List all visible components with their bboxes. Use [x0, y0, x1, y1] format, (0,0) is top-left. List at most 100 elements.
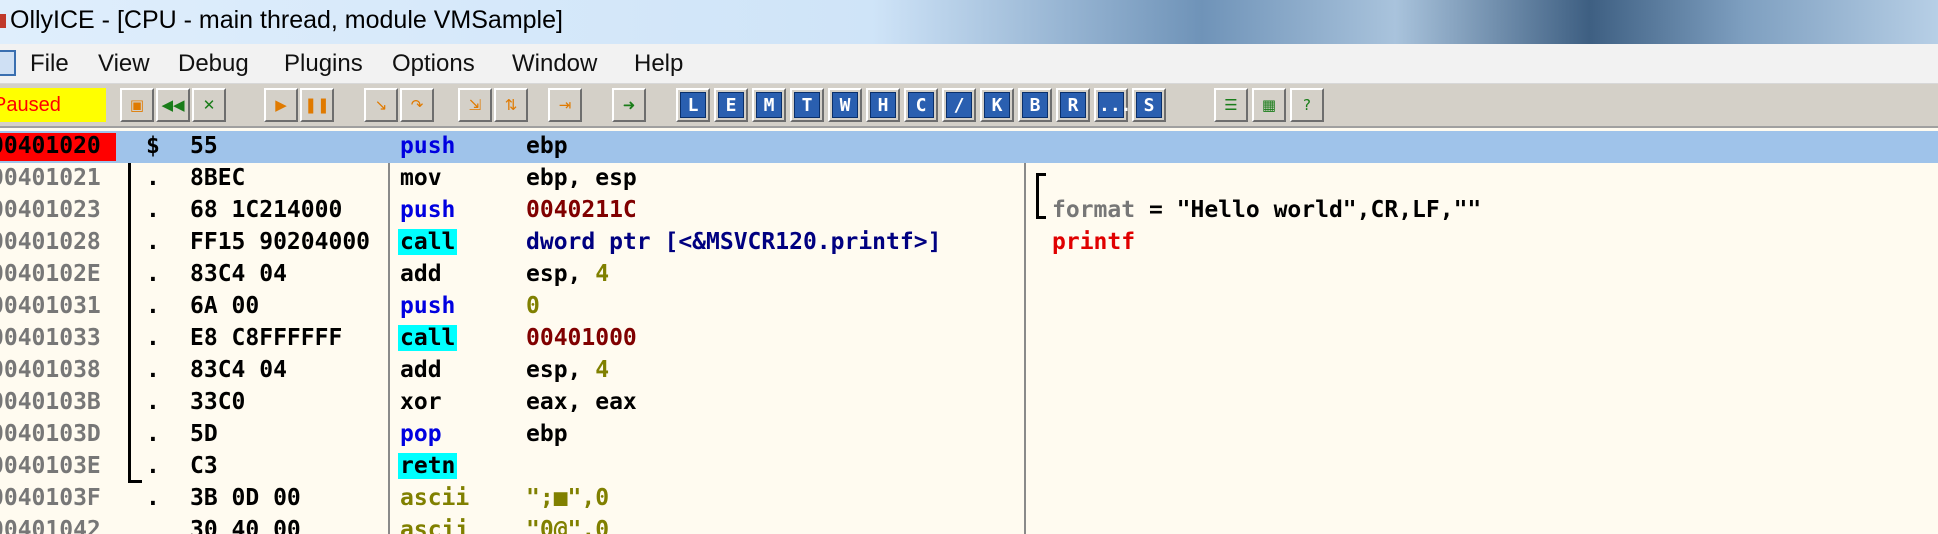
cpu-window-button[interactable]: C: [904, 88, 938, 122]
letter-l-label: L: [680, 92, 706, 118]
mnemonic: mov: [400, 165, 442, 191]
step-over-button[interactable]: ↷: [400, 88, 434, 122]
address-text: 0040103F: [0, 485, 101, 511]
address-cell: 00401033: [0, 325, 116, 353]
disasm-row[interactable]: 00401031 . 6A 00 push 0: [0, 291, 1938, 323]
operand: ";■",0: [526, 485, 610, 511]
mnemonic: ascii: [400, 485, 470, 511]
disasm-row[interactable]: 00401021 . 8BEC mov ebp, esp: [0, 163, 1938, 195]
trace-over-button[interactable]: ⇅: [494, 88, 528, 122]
handles-window-button[interactable]: H: [866, 88, 900, 122]
hex-dump: FF15 90204000: [190, 229, 371, 255]
menu-window[interactable]: Window: [512, 50, 597, 78]
operand-immediate: 4: [595, 261, 610, 287]
disasm-row[interactable]: 00401042 30 40 00 ascii "0@",0: [0, 515, 1938, 534]
disasm-row[interactable]: 00401023 . 68 1C214000 push 0040211C: [0, 195, 1938, 227]
letter-s-label: S: [1136, 92, 1162, 118]
disasm-row[interactable]: 0040102E . 83C4 04 add esp, 4: [0, 259, 1938, 291]
row-marker: .: [146, 389, 160, 415]
mnemonic: pop: [400, 421, 442, 447]
close-icon: ✕: [202, 96, 216, 114]
title-bar: OllyICE - [CPU - main thread, module VMS…: [0, 0, 1938, 44]
close-program-button[interactable]: ✕: [192, 88, 226, 122]
patches-window-button[interactable]: /: [942, 88, 976, 122]
operand: 00401000: [526, 325, 637, 351]
step-into-icon: ↘: [374, 96, 388, 114]
execute-till-return-button[interactable]: ⇥: [548, 88, 582, 122]
modules-window-button[interactable]: E: [714, 88, 748, 122]
address-cell: 0040103E: [0, 453, 116, 481]
disasm-row[interactable]: 0040103F . 3B 0D 00 ascii ";■",0: [0, 483, 1938, 515]
mnemonic: retn: [398, 453, 458, 479]
step-over-icon: ↷: [410, 96, 424, 114]
windows-window-button[interactable]: W: [828, 88, 862, 122]
mnemonic: ascii: [400, 517, 470, 534]
address-text: 00401023: [0, 197, 101, 223]
list-view-button[interactable]: ☰: [1214, 88, 1248, 122]
question-icon: ?: [1303, 96, 1311, 114]
mnemonic: push: [400, 293, 456, 319]
disasm-row[interactable]: 0040103B . 33C0 xor eax, eax: [0, 387, 1938, 419]
letter-m-label: M: [756, 92, 782, 118]
run-button[interactable]: ▶: [264, 88, 298, 122]
mnemonic: push: [400, 133, 456, 159]
open-button[interactable]: ▣: [120, 88, 154, 122]
address-text: 00401038: [0, 357, 101, 383]
disasm-row[interactable]: 0040103E . C3 retn: [0, 451, 1938, 483]
menu-options[interactable]: Options: [392, 50, 475, 78]
menu-help[interactable]: Help: [634, 50, 683, 78]
address-cell: 00401042: [0, 517, 116, 534]
operand: ebp, esp: [526, 165, 637, 191]
window-title: OllyICE - [CPU - main thread, module VMS…: [10, 6, 563, 34]
disasm-row[interactable]: 00401033 . E8 C8FFFFFF call 00401000: [0, 323, 1938, 355]
row-marker: .: [146, 485, 160, 511]
disassembly-pane[interactable]: 00401020 $ 55 push ebp 00401021 . 8BEC m…: [0, 131, 1938, 534]
address-text: 00401031: [0, 293, 101, 319]
help-button[interactable]: ?: [1290, 88, 1324, 122]
breakpoints-window-button[interactable]: B: [1018, 88, 1052, 122]
address-text: 00401028: [0, 229, 101, 255]
address-text: 00401042: [0, 517, 101, 534]
disasm-row[interactable]: 00401028 . FF15 90204000 call dword ptr …: [0, 227, 1938, 259]
play-icon: ▶: [275, 96, 287, 114]
trace-into-button[interactable]: ⇲: [458, 88, 492, 122]
row-marker: .: [146, 165, 160, 191]
run-trace-window-button[interactable]: ...: [1094, 88, 1132, 122]
hex-dump: 55: [190, 133, 218, 159]
disasm-row[interactable]: 00401020 $ 55 push ebp: [0, 131, 1938, 163]
operand: dword ptr [<&MSVCR120.printf>]: [526, 229, 942, 255]
address-text: 00401021: [0, 165, 101, 191]
return-arrow-icon: ⇥: [558, 96, 572, 114]
source-window-button[interactable]: S: [1132, 88, 1166, 122]
log-window-button[interactable]: L: [676, 88, 710, 122]
system-menu-icon[interactable]: [0, 50, 16, 76]
hex-dump: 8BEC: [190, 165, 246, 191]
disasm-row[interactable]: 00401038 . 83C4 04 add esp, 4: [0, 355, 1938, 387]
mnemonic: xor: [400, 389, 442, 415]
call-stack-window-button[interactable]: K: [980, 88, 1014, 122]
pause-icon: ❚❚: [304, 96, 330, 114]
address-cell: 00401021: [0, 165, 116, 193]
step-into-button[interactable]: ↘: [364, 88, 398, 122]
threads-window-button[interactable]: T: [790, 88, 824, 122]
menu-debug[interactable]: Debug: [178, 50, 249, 78]
operand: esp,: [526, 357, 596, 383]
hex-dump: 68 1C214000: [190, 197, 343, 223]
restart-button[interactable]: ◀◀: [156, 88, 190, 122]
options-grid-button[interactable]: ▦: [1252, 88, 1286, 122]
address-cell: 0040103B: [0, 389, 116, 417]
references-window-button[interactable]: R: [1056, 88, 1090, 122]
memory-window-button[interactable]: M: [752, 88, 786, 122]
address-cell: 0040102E: [0, 261, 116, 289]
address-text: 00401033: [0, 325, 101, 351]
menu-view[interactable]: View: [98, 50, 150, 78]
goto-origin-button[interactable]: ➜: [612, 88, 646, 122]
pause-button[interactable]: ❚❚: [300, 88, 334, 122]
menu-plugins[interactable]: Plugins: [284, 50, 363, 78]
comment-format-value: = "Hello world",CR,LF,"": [1135, 197, 1482, 223]
letter-dots-label: ...: [1098, 92, 1132, 118]
operand: 0: [526, 293, 540, 319]
comment-format-label: format: [1052, 197, 1136, 223]
disasm-row[interactable]: 0040103D . 5D pop ebp: [0, 419, 1938, 451]
menu-file[interactable]: File: [30, 50, 69, 78]
